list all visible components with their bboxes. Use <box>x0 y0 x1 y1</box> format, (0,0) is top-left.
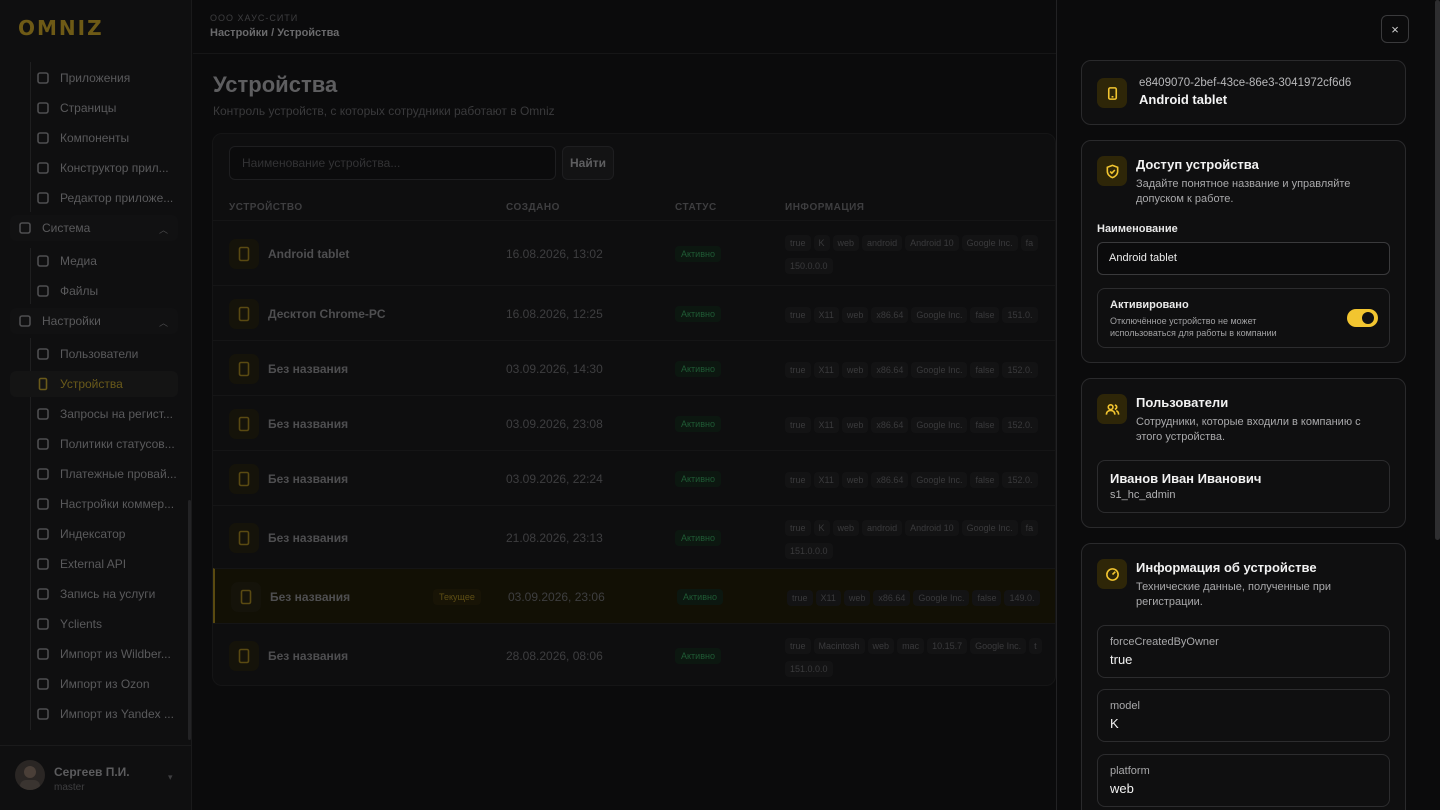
drawer-scrollbar[interactable] <box>1435 0 1440 540</box>
device-info-card: Информация об устройстве Технические дан… <box>1081 543 1406 810</box>
app-root: OMNIZ Приложения Страницы Компоненты Констр… <box>0 0 1440 810</box>
info-field-key: forceCreatedByOwner <box>1110 636 1219 648</box>
users-icon <box>1097 394 1127 424</box>
info-field: forceCreatedByOwner true <box>1097 625 1390 678</box>
device-title: Android tablet <box>1139 92 1228 107</box>
gauge-icon <box>1097 559 1127 589</box>
info-field: platform web <box>1097 754 1390 807</box>
activation-title: Активировано <box>1110 299 1189 311</box>
user-entry-login: s1_hc_admin <box>1110 489 1176 501</box>
device-id: e8409070-2bef-43ce-86e3-3041972cf6d6 <box>1139 77 1352 89</box>
info-field: model K <box>1097 689 1390 742</box>
user-entry[interactable]: Иванов Иван Иванович s1_hc_admin <box>1097 460 1390 513</box>
close-icon: × <box>1391 21 1399 37</box>
info-field-key: model <box>1110 700 1140 712</box>
users-description: Сотрудники, которые входили в компанию с… <box>1136 416 1361 443</box>
modal-overlay[interactable] <box>0 0 1056 810</box>
activation-description: Отключённое устройство не может использо… <box>1110 316 1277 338</box>
device-access-card: Доступ устройства Задайте понятное назва… <box>1081 140 1406 363</box>
shield-check-icon <box>1097 156 1127 186</box>
info-field-value: true <box>1110 652 1133 667</box>
close-button[interactable]: × <box>1381 15 1409 43</box>
toggle-knob <box>1362 312 1374 324</box>
access-description: Задайте понятное название и управляйте д… <box>1136 178 1351 205</box>
device-header-card: e8409070-2bef-43ce-86e3-3041972cf6d6 And… <box>1081 60 1406 125</box>
activation-setting: Активировано Отключённое устройство не м… <box>1097 288 1390 348</box>
access-title: Доступ устройства <box>1136 157 1259 172</box>
name-label: Наименование <box>1097 223 1178 235</box>
info-field-value: K <box>1110 716 1119 731</box>
info-description: Технические данные, полученные при регис… <box>1136 581 1332 608</box>
info-title: Информация об устройстве <box>1136 560 1317 575</box>
device-name-input[interactable]: Android tablet <box>1097 242 1390 275</box>
tablet-icon <box>1097 78 1127 108</box>
users-card: Пользователи Сотрудники, которые входили… <box>1081 378 1406 528</box>
device-drawer: × e8409070-2bef-43ce-86e3-3041972cf6d6 A… <box>1056 0 1440 810</box>
user-entry-name: Иванов Иван Иванович <box>1110 471 1262 486</box>
info-field-key: platform <box>1110 765 1150 777</box>
info-field-value: web <box>1110 781 1134 796</box>
activation-toggle[interactable] <box>1347 309 1378 327</box>
users-title: Пользователи <box>1136 395 1229 410</box>
